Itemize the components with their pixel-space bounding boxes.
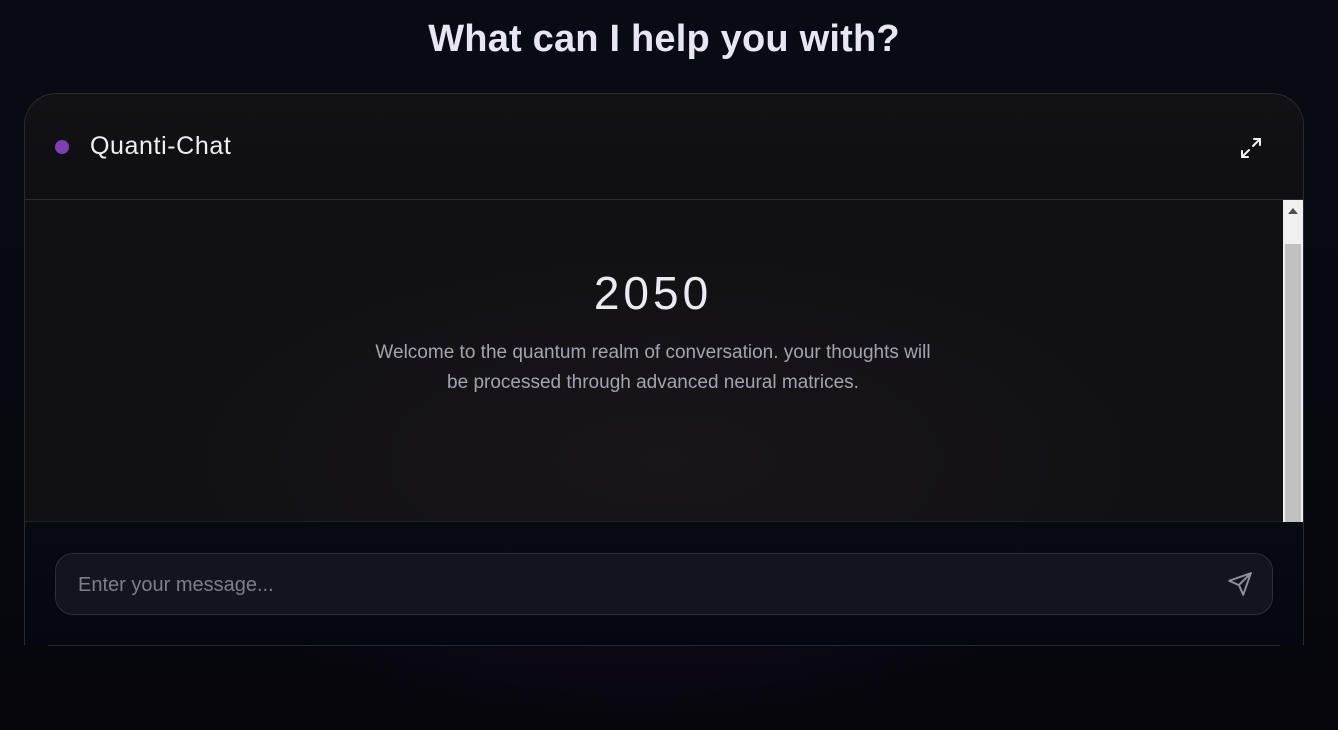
expand-icon <box>1241 138 1261 158</box>
bottom-divider <box>48 645 1280 646</box>
scroll-up-button[interactable] <box>1283 200 1303 222</box>
chat-title: Quanti-Chat <box>90 132 232 160</box>
page: What can I help you with? Quanti-Chat 20… <box>0 0 1338 730</box>
expand-button[interactable] <box>1233 130 1269 166</box>
status-dot-icon <box>55 140 69 154</box>
message-input-box <box>55 553 1273 616</box>
page-heading: What can I help you with? <box>428 18 900 60</box>
chat-header: Quanti-Chat <box>25 94 1303 200</box>
send-button[interactable] <box>1226 570 1254 598</box>
scroll-up-arrow-icon <box>1288 208 1298 214</box>
message-input[interactable] <box>76 554 1210 616</box>
welcome-number: 2050 <box>593 267 713 319</box>
scrollbar[interactable] <box>1283 200 1303 522</box>
chat-window: Quanti-Chat 2050 Welcome to the quantum … <box>24 93 1304 645</box>
composer-area <box>25 522 1303 645</box>
messages-area[interactable]: 2050 Welcome to the quantum realm of con… <box>25 200 1303 522</box>
scrollbar-thumb[interactable] <box>1285 244 1301 522</box>
welcome-text: Welcome to the quantum realm of conversa… <box>375 342 931 393</box>
send-icon <box>1228 572 1252 596</box>
